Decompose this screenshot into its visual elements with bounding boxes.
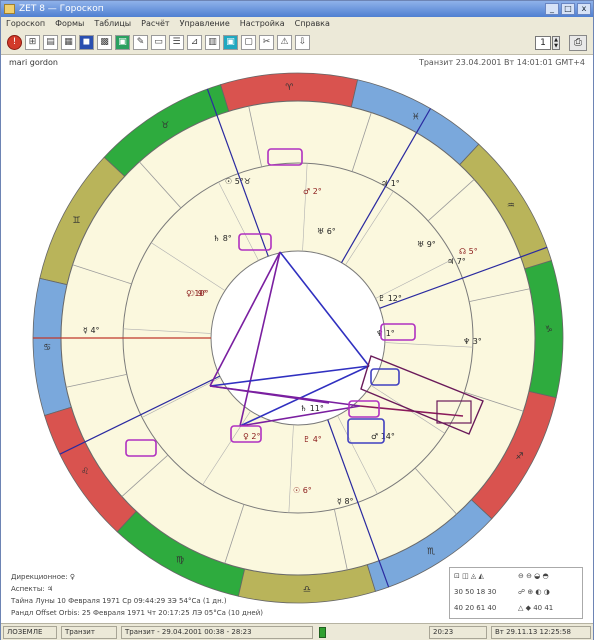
legend-row-1a: ⊡ ◫ ◬ ◭ xyxy=(454,572,484,580)
status-indicator xyxy=(319,627,326,638)
minimize-button[interactable]: _ xyxy=(545,3,559,15)
warning-icon[interactable]: ⚠ xyxy=(277,35,292,50)
planet-label: ♆ 1° xyxy=(376,329,395,338)
print-icon[interactable]: ⎙ xyxy=(569,35,587,51)
status-mode: ЛОЗЕМЛЕ xyxy=(3,626,57,639)
menu-upravlenie[interactable]: Управление xyxy=(175,17,235,31)
magic-icon[interactable]: ✎ xyxy=(133,35,148,50)
stop-icon[interactable]: ! xyxy=(7,35,22,50)
grid-icon[interactable]: ▩ xyxy=(97,35,112,50)
plot-icon[interactable]: ⊿ xyxy=(187,35,202,50)
chart-icon[interactable]: ⊞ xyxy=(25,35,40,50)
sign-glyph: ♐ xyxy=(516,452,524,462)
sign-glyph: ♑ xyxy=(545,325,553,335)
planet-label: ♄ 11° xyxy=(300,404,324,413)
planet-label: ☿ 4° xyxy=(83,326,100,335)
aspect-legend: ⊡ ◫ ◬ ◭ ⊖ ⊖ ◒ ◓ 30 50 18 30 ☍ ⊕ ◐ ◑ 40 2… xyxy=(449,567,583,619)
table-view-icon[interactable]: ▥ xyxy=(205,35,220,50)
title-bar: ZET 8 — Гороскоп _ □ x xyxy=(1,1,593,17)
status-view: Транзит xyxy=(61,626,117,639)
menu-raschet[interactable]: Расчёт xyxy=(136,17,174,31)
menu-spravka[interactable]: Справка xyxy=(290,17,335,31)
planet-label: ♃ 7° xyxy=(447,257,466,266)
table-icon[interactable]: ▦ xyxy=(61,35,76,50)
sign-glyph: ♒ xyxy=(507,201,515,211)
sign-glyph: ♈ xyxy=(285,83,294,93)
status-bar: ЛОЗЕМЛЕ Транзит Транзит - 29.04.2001 00:… xyxy=(1,623,593,640)
info-block: Дирекционное: ♀ Аспекты: ♃ Тайна Луны 10… xyxy=(11,571,263,619)
close-button[interactable]: x xyxy=(577,3,591,15)
tools-icon[interactable]: ✂ xyxy=(259,35,274,50)
download-icon[interactable]: ⇩ xyxy=(295,35,310,50)
menu-bar: Гороскоп Формы Таблицы Расчёт Управление… xyxy=(1,17,593,31)
planet-label: ♅ 9° xyxy=(417,240,436,249)
info-line-2: Аспекты: ♃ xyxy=(11,585,54,593)
app-icon xyxy=(4,4,15,14)
legend-row-1b: ⊖ ⊖ ◒ ◓ xyxy=(518,572,549,580)
sign-glyph: ♋ xyxy=(43,343,51,353)
zoom-input[interactable]: 1 xyxy=(535,36,551,50)
planet-label: ☿ 8° xyxy=(337,497,354,506)
map-icon[interactable]: ▣ xyxy=(115,35,130,50)
status-transit: Транзит - 29.04.2001 00:38 - 28:23 xyxy=(121,626,313,639)
list-icon[interactable]: ☰ xyxy=(169,35,184,50)
sign-glyph: ♍ xyxy=(176,556,184,566)
planet-label: ♄ 8° xyxy=(213,234,232,243)
frame-icon[interactable]: ▢ xyxy=(241,35,256,50)
zoom-spinner[interactable]: ▲ ▼ xyxy=(552,36,560,50)
maximize-button[interactable]: □ xyxy=(561,3,575,15)
legend-row-2b: ☍ ⊕ ◐ ◑ xyxy=(518,588,550,596)
sign-glyph: ♊ xyxy=(72,216,80,226)
horoscope-wheel[interactable]: ♈♉♊♋♌♍♎♏♐♑♒♓ ☉ 5°♉♂ 2°♄ 8°♃ 1°♀ 10°☿ 4°♅… xyxy=(3,56,593,621)
info-line-3: Тайна Луны 10 Февраля 1971 Ср 09:44:29 З… xyxy=(11,597,227,605)
planet-label: ☽ 9° xyxy=(188,289,207,298)
info-line-4: Рандл Offset Orbis: 25 Февраля 1971 Чт 2… xyxy=(11,609,263,617)
planet-label: ♇ 12° xyxy=(378,294,402,303)
planet-label: ♃ 1° xyxy=(381,179,400,188)
status-datetime: Вт 29.11.13 12:25:58 xyxy=(491,626,591,639)
open-icon[interactable]: ▤ xyxy=(43,35,58,50)
legend-row-2a: 30 50 18 30 xyxy=(454,588,497,596)
menu-nastroyka[interactable]: Настройка xyxy=(235,17,290,31)
planet-label: ♇ 4° xyxy=(303,435,322,444)
planet-label: ♆ 3° xyxy=(463,337,482,346)
planet-label: ♀ 2° xyxy=(243,432,261,441)
menu-goroskop[interactable]: Гороскоп xyxy=(1,17,50,31)
chart-canvas: mari gordon Транзит 23.04.2001 Вт 14:01:… xyxy=(3,56,593,621)
app-window: ZET 8 — Гороскоп _ □ x Гороскоп Формы Та… xyxy=(0,0,594,640)
wheel-icon[interactable]: ◼ xyxy=(79,35,94,50)
legend-row-3b: △ ◆ 40 41 xyxy=(518,604,554,612)
planet-label: ♅ 6° xyxy=(317,227,336,236)
sign-glyph: ♓ xyxy=(412,112,420,122)
doc-icon[interactable]: ▭ xyxy=(151,35,166,50)
sign-glyph: ♎ xyxy=(303,585,311,595)
legend-row-3a: 40 20 61 40 xyxy=(454,604,497,612)
window-title: ZET 8 — Гороскоп xyxy=(19,4,104,14)
planet-label: ☉ 5°♉ xyxy=(225,177,251,186)
planet-label: ☉ 6° xyxy=(293,486,312,495)
planet-label: ♂ 2° xyxy=(303,187,322,196)
toolbar: ! ⊞ ▤ ▦ ◼ ▩ ▣ ✎ ▭ ☰ ⊿ ▥ ▣ ▢ ✂ ⚠ ⇩ 1 ▲ ▼ ⎙ xyxy=(1,31,593,55)
planet-label: ☊ 5° xyxy=(459,247,478,256)
menu-formy[interactable]: Формы xyxy=(50,17,89,31)
sign-glyph: ♏ xyxy=(427,547,435,557)
color-icon[interactable]: ▣ xyxy=(223,35,238,50)
planet-label: ♂ 14° xyxy=(371,432,395,441)
menu-tablitsy[interactable]: Таблицы xyxy=(89,17,136,31)
status-time: 20:23 xyxy=(429,626,487,639)
sign-glyph: ♉ xyxy=(161,121,169,131)
info-line-1: Дирекционное: ♀ xyxy=(11,573,76,581)
sign-glyph: ♌ xyxy=(81,467,89,477)
